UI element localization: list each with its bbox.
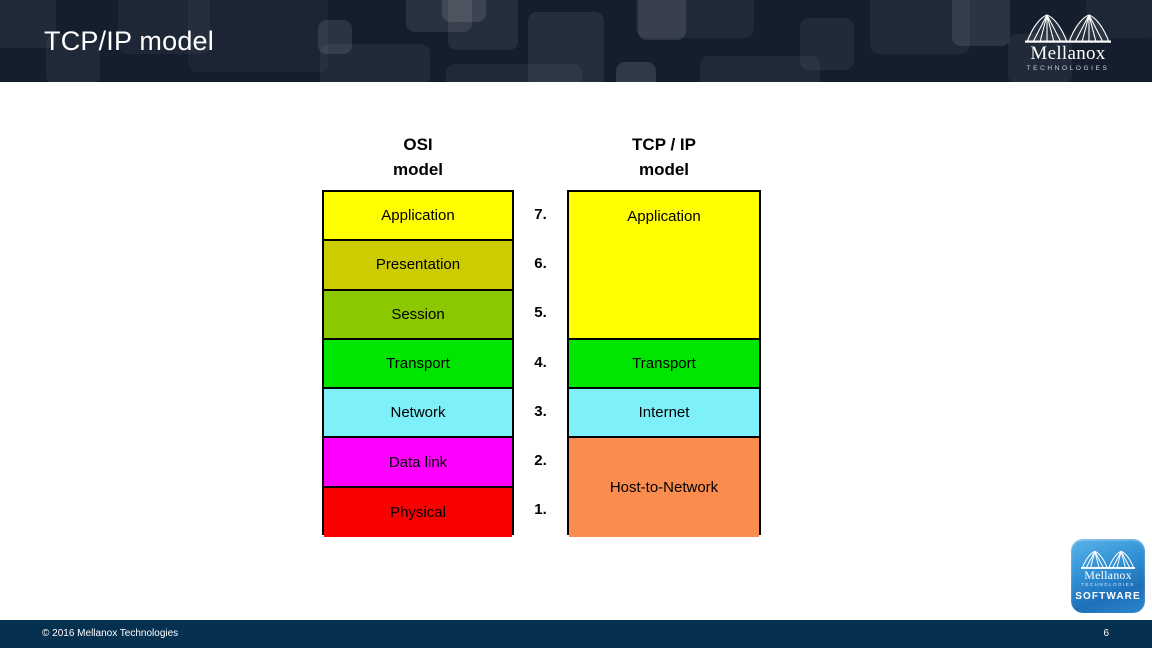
osi-layer-stack: Application Presentation Session Transport N… <box>322 190 514 537</box>
osi-layer-session: Session <box>324 290 512 340</box>
header-decoration-square <box>800 18 854 70</box>
layer-number-3: 3. <box>534 402 547 420</box>
mellanox-bridge-icon <box>1081 550 1135 569</box>
layer-label: Network <box>390 404 446 422</box>
mellanox-software-badge: Mellanox TECHNOLOGIES SOFTWARE <box>1071 539 1145 613</box>
header-decoration-square <box>320 44 430 82</box>
header-decoration-square <box>638 0 686 40</box>
layer-label: Session <box>391 305 445 323</box>
layer-number-5: 5. <box>534 304 547 322</box>
badge-tagline: TECHNOLOGIES <box>1081 582 1135 587</box>
osi-layer-application: Application <box>324 192 512 242</box>
layer-label: Presentation <box>375 256 461 274</box>
layer-label: Internet <box>638 404 690 422</box>
layer-number-column: 7. 6. 5. 4. 3. 2. 1. <box>514 190 567 535</box>
tcpip-layer-host-to-network: Host-to-Network <box>569 438 759 537</box>
osi-tcpip-comparison-diagram: OSI model TCP / IP model Application Pres… <box>0 82 1152 620</box>
layer-label: Application <box>627 207 701 225</box>
layer-number-6: 6. <box>534 254 547 272</box>
tcpip-layer-stack: Application Transport Internet Host-to-Netw… <box>567 190 761 537</box>
mellanox-logo: Mellanox TECHNOLOGIES <box>1012 13 1124 72</box>
badge-wordmark: Mellanox <box>1084 568 1132 582</box>
layer-label: Physical <box>390 503 446 521</box>
slide-footer: © 2016 Mellanox Technologies 6 <box>0 620 1152 648</box>
header-decoration-square <box>616 62 656 82</box>
osi-layer-physical: Physical <box>324 487 512 537</box>
osi-layer-transport: Transport <box>324 339 512 390</box>
page-title: TCP/IP model <box>44 26 214 56</box>
tcpip-layer-internet: Internet <box>569 389 759 439</box>
layer-label: Transport <box>632 354 696 372</box>
osi-layer-network: Network <box>324 389 512 439</box>
osi-layer-presentation: Presentation <box>324 241 512 291</box>
header-decoration-square <box>952 0 1010 46</box>
layer-label: Application <box>381 207 455 225</box>
layer-number-1: 1. <box>534 501 547 519</box>
layer-number-7: 7. <box>534 205 547 223</box>
osi-layer-data-link: Data link <box>324 438 512 488</box>
layer-label: Data link <box>388 453 448 471</box>
layer-label: Transport <box>386 354 450 372</box>
tcpip-column-heading: TCP / IP model <box>632 135 696 179</box>
layer-number-4: 4. <box>534 353 547 371</box>
badge-product-label: SOFTWARE <box>1075 591 1141 602</box>
tcpip-layer-transport: Transport <box>569 339 759 390</box>
layer-label: Host-to-Network <box>609 479 719 497</box>
slide-header: TCP/IP model Mellanox TECHNOLOGIES <box>0 0 1152 82</box>
layer-number-2: 2. <box>534 452 547 470</box>
footer-page-number: 6 <box>1103 628 1109 639</box>
footer-copyright: © 2016 Mellanox Technologies <box>42 628 179 639</box>
logo-tagline: TECHNOLOGIES <box>1026 65 1110 72</box>
header-decoration-square <box>442 0 486 22</box>
header-decoration-square <box>528 12 604 82</box>
osi-column-heading: OSI model <box>392 135 444 179</box>
mellanox-bridge-icon <box>1025 13 1111 43</box>
tcpip-layer-application: Application <box>569 192 759 340</box>
logo-wordmark: Mellanox <box>1030 43 1106 64</box>
